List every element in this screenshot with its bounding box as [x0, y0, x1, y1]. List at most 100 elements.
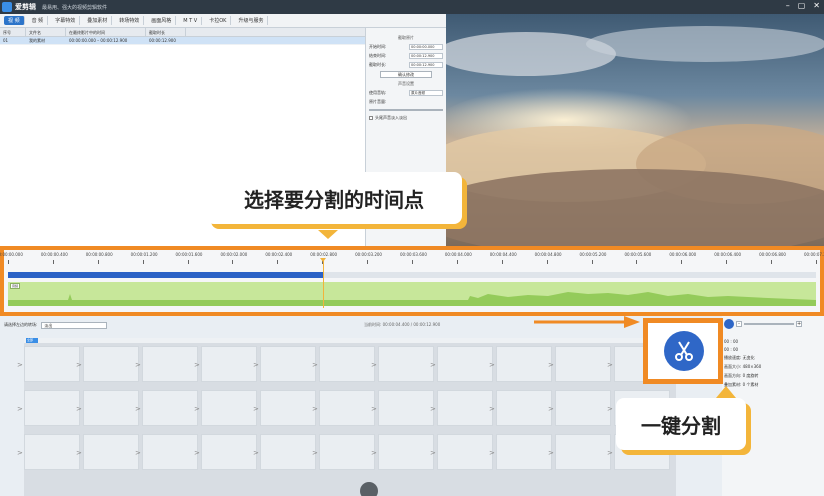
row-time: 00:00:00.000 – 00:00:12.900: [69, 38, 128, 43]
duration-label: 截取时长:: [369, 62, 387, 67]
transition-cell[interactable]: [76, 434, 139, 470]
callout-one-click-split: 一键分割: [616, 386, 746, 450]
fade-checkbox[interactable]: [369, 116, 373, 120]
track-row: 使用音轨: 原片音频: [369, 90, 443, 96]
col-duration[interactable]: 截取时长: [146, 27, 186, 37]
title-bar: 爱剪辑 最易用、强大的视频剪辑软件 – ▢ ✕: [0, 0, 824, 14]
playhead[interactable]: [320, 258, 327, 308]
volume-slider[interactable]: [369, 109, 443, 111]
transition-cell[interactable]: [489, 434, 552, 470]
transition-cell[interactable]: [548, 390, 611, 426]
transition-cell[interactable]: [371, 346, 434, 382]
tab-overlay[interactable]: 叠加素材: [83, 16, 113, 25]
start-time-row: 开始时间: 00:00:00.000: [369, 44, 443, 50]
end-time-field[interactable]: 00:00:12.900: [409, 53, 443, 59]
transition-cell[interactable]: [489, 390, 552, 426]
info-line: 00 : 00: [724, 339, 739, 344]
transition-cell[interactable]: [17, 346, 80, 382]
track-select[interactable]: 原片音频: [409, 90, 443, 96]
video-track[interactable]: [8, 272, 816, 278]
file-list-header: 序号 文件名 在最终影片中的时间 截取时长: [0, 27, 365, 37]
transition-cell[interactable]: [17, 390, 80, 426]
transition-cell[interactable]: [312, 346, 375, 382]
tab-karaoke[interactable]: 卡拉OK: [205, 16, 232, 25]
fade-label: 头尾声音淡入淡出: [375, 115, 407, 120]
transition-cell[interactable]: [312, 434, 375, 470]
transition-cell[interactable]: [17, 434, 80, 470]
transition-cell[interactable]: [430, 346, 493, 382]
transition-cell[interactable]: [76, 346, 139, 382]
close-button[interactable]: ✕: [813, 1, 820, 10]
timeline-tick-label: 00:00:02.400: [265, 252, 293, 257]
main-tab-bar: 视 频 音 频 字幕特效 叠加素材 转场特效 画面风格 M T V 卡拉OK 升…: [0, 14, 446, 28]
audio-waveform: [8, 292, 816, 306]
volume-label: 原片音量:: [369, 99, 387, 104]
end-time-label: 结束时间:: [369, 53, 387, 58]
tab-upgrade[interactable]: 升级与服务: [234, 16, 269, 25]
transition-cell[interactable]: [312, 390, 375, 426]
row-duration: 00:00:12.900: [149, 38, 176, 43]
tab-subtitle-effects[interactable]: 字幕特效: [51, 16, 81, 25]
timeline-ruler[interactable]: 00:00:00.000 00:00:00.400 00:00:00.800 00:0…: [0, 250, 824, 270]
app-logo-icon: [2, 2, 12, 12]
timeline-panel[interactable]: 00:00:00.000 00:00:00.400 00:00:00.800 00:0…: [0, 246, 824, 316]
tab-mtv[interactable]: M T V: [179, 16, 203, 25]
tab-styles[interactable]: 画面风格: [147, 16, 177, 25]
transition-cell[interactable]: [135, 346, 198, 382]
transition-cell[interactable]: [194, 390, 257, 426]
audio-track[interactable]: 音频: [8, 282, 816, 306]
transition-cell[interactable]: [430, 434, 493, 470]
zoom-out-button[interactable]: -: [736, 321, 742, 327]
timeline-tick-label: 00:00:02.000: [220, 252, 248, 257]
duration-row: 截取时长: 00:00:12.900: [369, 62, 443, 68]
transition-cell[interactable]: [430, 390, 493, 426]
transition-select[interactable]: 淡出: [41, 321, 108, 329]
col-filename[interactable]: 文件名: [26, 27, 66, 37]
transition-cell[interactable]: [76, 390, 139, 426]
timeline-tick-label: 00:00:00.000: [0, 252, 23, 257]
grid-tab-all[interactable]: 全部: [26, 338, 38, 343]
transition-cell[interactable]: [194, 346, 257, 382]
start-time-field[interactable]: 00:00:00.000: [409, 44, 443, 50]
tab-video[interactable]: 视 频: [4, 16, 25, 25]
confirm-button[interactable]: 确认修改: [380, 71, 432, 78]
col-index[interactable]: 序号: [0, 27, 26, 37]
table-row[interactable]: 01 我的素材 00:00:00.000 – 00:00:12.900 00:0…: [0, 37, 365, 45]
split-button[interactable]: [664, 331, 704, 371]
minimize-button[interactable]: –: [786, 1, 790, 10]
timeline-tick-label: 00:00:07.200: [804, 252, 824, 257]
tab-transitions[interactable]: 转场特效: [115, 16, 145, 25]
timeline-tick-label: 00:00:03.600: [400, 252, 427, 257]
timeline-tick-label: 00:00:03.200: [355, 252, 382, 257]
transition-cell[interactable]: [135, 390, 198, 426]
transition-cell[interactable]: [253, 434, 316, 470]
transition-cell[interactable]: [371, 390, 434, 426]
scroll-knob[interactable]: [360, 482, 378, 496]
zoom-in-button[interactable]: +: [796, 321, 802, 327]
split-mini-icon[interactable]: [724, 319, 734, 329]
row-filename: 我的素材: [29, 37, 45, 43]
transition-cell[interactable]: [548, 346, 611, 382]
callout-split-text: 一键分割: [641, 413, 721, 438]
fade-row: 头尾声音淡入淡出: [369, 115, 443, 121]
timeline-tick-label: 00:00:04.800: [534, 252, 562, 257]
transition-cell[interactable]: [253, 346, 316, 382]
transition-cells: [17, 346, 670, 470]
duration-field[interactable]: 00:00:12.900: [409, 62, 443, 68]
transition-cell[interactable]: [135, 434, 198, 470]
zoom-slider[interactable]: [744, 323, 794, 325]
section-sound: 声音设置: [398, 81, 414, 86]
row-index: 01: [3, 38, 9, 43]
col-time[interactable]: 在最终影片中的时间: [66, 27, 146, 37]
transition-cell[interactable]: [253, 390, 316, 426]
timeline-tick-label: 00:00:04.400: [489, 252, 517, 257]
track-label: 使用音轨:: [369, 90, 387, 95]
tab-audio[interactable]: 音 频: [28, 16, 49, 25]
transition-cell[interactable]: [489, 346, 552, 382]
transition-cell[interactable]: [194, 434, 257, 470]
timeline-tick-label: 00:00:02.800: [310, 252, 338, 257]
transition-cell[interactable]: [371, 434, 434, 470]
timeline-tick-label: 00:00:00.800: [85, 252, 113, 257]
transition-cell[interactable]: [548, 434, 611, 470]
restore-button[interactable]: ▢: [798, 1, 806, 10]
